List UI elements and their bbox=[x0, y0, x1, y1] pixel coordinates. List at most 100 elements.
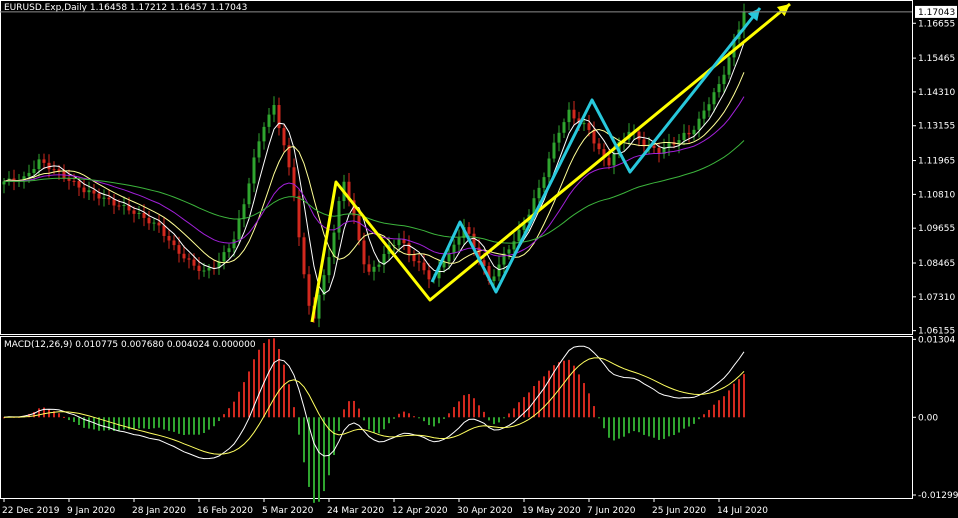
macd-histogram-bar bbox=[258, 349, 260, 418]
macd-tick-label: 0.00 bbox=[918, 413, 938, 423]
macd-histogram-bar bbox=[383, 417, 385, 430]
candle-body bbox=[492, 276, 496, 282]
candle-body bbox=[102, 197, 106, 199]
macd-histogram-bar bbox=[143, 417, 145, 429]
candle-body bbox=[582, 123, 586, 125]
candle-body bbox=[107, 197, 111, 200]
time-tick-label: 12 Apr 2020 bbox=[392, 506, 448, 516]
price-tick-label: 1.10810 bbox=[918, 190, 955, 200]
candle-body bbox=[727, 57, 731, 75]
candle-body bbox=[612, 153, 616, 166]
macd-histogram-bar bbox=[743, 374, 745, 418]
macd-histogram-bar bbox=[403, 411, 405, 418]
macd-histogram-bar bbox=[228, 408, 230, 418]
macd-histogram-bar bbox=[238, 391, 240, 418]
chart-canvas[interactable]: 1.170431.16655 1.15465 1.14310 1.13155 1.119… bbox=[0, 0, 958, 518]
macd-histogram-bar bbox=[673, 417, 675, 436]
macd-histogram-bar bbox=[283, 364, 285, 418]
candle-body bbox=[542, 177, 546, 188]
macd-histogram-bar bbox=[313, 417, 315, 503]
macd-histogram-bar bbox=[233, 401, 235, 418]
candle-body bbox=[122, 205, 126, 207]
macd-histogram-bar bbox=[293, 407, 295, 418]
macd-histogram-bar bbox=[668, 417, 670, 437]
macd-histogram-bar bbox=[448, 413, 450, 418]
macd-histogram-bar bbox=[683, 417, 685, 429]
macd-histogram-bar bbox=[338, 417, 340, 431]
macd-histogram-bar bbox=[423, 417, 425, 422]
price-tick-label: 1.09655 bbox=[918, 224, 955, 234]
candle-body bbox=[282, 128, 286, 146]
macd-histogram-bar bbox=[433, 417, 435, 427]
macd-histogram-bar bbox=[393, 417, 395, 419]
candle-body bbox=[367, 264, 371, 272]
candle-body bbox=[597, 143, 601, 150]
macd-histogram-bar bbox=[478, 405, 480, 418]
price-tick-label: 1.15465 bbox=[918, 54, 955, 64]
macd-histogram-bar bbox=[613, 417, 615, 441]
macd-histogram-bar bbox=[343, 409, 345, 418]
candle-body bbox=[467, 227, 471, 234]
macd-histogram-bar bbox=[213, 417, 215, 427]
candle-body bbox=[77, 181, 81, 188]
macd-histogram-bar bbox=[223, 414, 225, 418]
macd-histogram-bar bbox=[718, 400, 720, 418]
macd-histogram-bar bbox=[358, 408, 360, 418]
macd-histogram-bar bbox=[123, 417, 125, 430]
macd-histogram-bar bbox=[73, 417, 75, 423]
macd-histogram-bar bbox=[728, 390, 730, 418]
macd-histogram-bar bbox=[153, 417, 155, 429]
macd-histogram-bar bbox=[528, 392, 530, 418]
macd-histogram-bar bbox=[658, 417, 660, 440]
time-tick-label: 19 May 2020 bbox=[522, 506, 581, 516]
candle-body bbox=[237, 218, 241, 240]
macd-histogram-bar bbox=[368, 417, 370, 430]
macd-histogram-bar bbox=[543, 376, 545, 418]
candle-body bbox=[497, 264, 501, 277]
candle-body bbox=[87, 190, 91, 193]
macd-histogram-bar bbox=[323, 417, 325, 492]
candle-body bbox=[112, 199, 116, 206]
macd-histogram-bar bbox=[328, 417, 330, 476]
macd-histogram-bar bbox=[133, 417, 135, 430]
candle-body bbox=[132, 210, 136, 214]
macd-histogram-bar bbox=[388, 417, 390, 424]
price-tick-label: 1.11965 bbox=[918, 157, 955, 167]
macd-tick-label: 0.01304 bbox=[918, 335, 955, 345]
candle-body bbox=[162, 225, 166, 236]
macd-histogram-bar bbox=[88, 417, 90, 429]
candle-body bbox=[372, 266, 376, 272]
price-tick-label: 1.14310 bbox=[918, 88, 955, 98]
macd-histogram-bar bbox=[498, 417, 500, 423]
candle-body bbox=[512, 241, 516, 250]
candle-body bbox=[327, 257, 331, 276]
macd-histogram-bar bbox=[738, 379, 740, 418]
macd-histogram-bar bbox=[373, 417, 375, 433]
macd-histogram-bar bbox=[573, 365, 575, 418]
candle-body bbox=[292, 167, 296, 196]
macd-histogram-bar bbox=[68, 417, 70, 421]
time-tick-label: 22 Dec 2019 bbox=[2, 506, 60, 516]
time-tick-label: 9 Jan 2020 bbox=[67, 506, 115, 516]
macd-histogram-bar bbox=[513, 408, 515, 418]
macd-histogram-bar bbox=[493, 417, 495, 425]
macd-histogram-bar bbox=[428, 417, 430, 426]
candle-body bbox=[82, 187, 86, 193]
candle-body bbox=[557, 132, 561, 143]
macd-histogram-bar bbox=[468, 394, 470, 418]
candle-body bbox=[552, 142, 556, 159]
candle-body bbox=[377, 264, 381, 267]
macd-histogram-bar bbox=[413, 416, 415, 418]
macd-histogram-bar bbox=[643, 417, 645, 435]
candle-body bbox=[207, 267, 211, 271]
time-tick-label: 30 Apr 2020 bbox=[457, 506, 513, 516]
candle-body bbox=[257, 141, 261, 158]
macd-histogram-bar bbox=[173, 417, 175, 432]
candle-body bbox=[682, 132, 686, 141]
macd-histogram-bar bbox=[103, 417, 105, 431]
yellow-trend-arrow bbox=[310, 2, 791, 323]
candle-body bbox=[202, 270, 206, 272]
macd-histogram-bar bbox=[118, 417, 120, 431]
candle-body bbox=[687, 132, 691, 135]
macd-tick-label: -0.012998 bbox=[918, 491, 958, 501]
